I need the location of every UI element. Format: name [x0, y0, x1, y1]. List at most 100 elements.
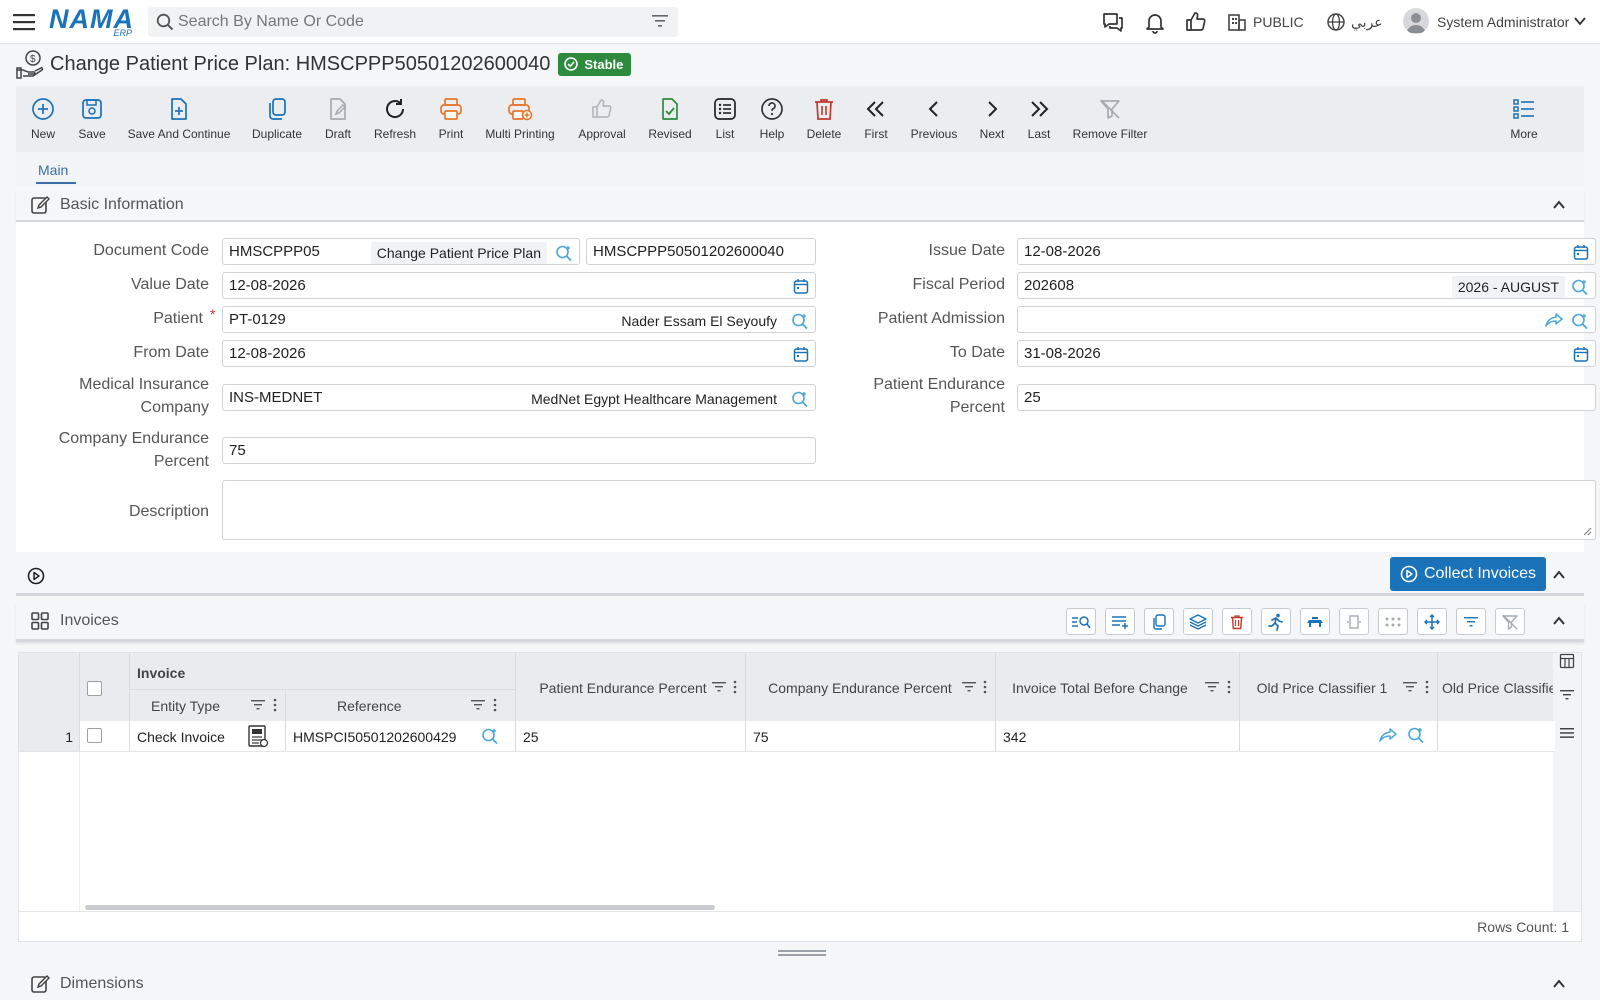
copy-icon[interactable]	[1144, 608, 1174, 635]
bell-icon[interactable]	[1143, 10, 1167, 34]
move-icon[interactable]	[1417, 608, 1447, 635]
column-menu-icon[interactable]	[493, 698, 497, 712]
column-divider	[1437, 721, 1438, 751]
fiscal-period-field[interactable]: 202608 2026 - AUGUST	[1017, 272, 1596, 299]
building-icon[interactable]	[1227, 12, 1247, 32]
document-code-field[interactable]: HMSCPPP05 Change Patient Price Plan	[222, 238, 580, 265]
chevron-up-icon[interactable]	[1552, 978, 1566, 990]
share-icon[interactable]	[1379, 727, 1397, 743]
add-row-icon[interactable]	[1105, 608, 1135, 635]
search-input[interactable]	[178, 13, 638, 31]
filter-icon[interactable]	[652, 14, 668, 28]
share-icon[interactable]	[1545, 312, 1563, 328]
thumbs-up-icon[interactable]	[1184, 10, 1208, 34]
play-circle-icon[interactable]	[27, 567, 45, 585]
save-and-continue-button[interactable]: Save And Continue	[128, 94, 230, 141]
column-header-old-price-classifier-1[interactable]: Old Price Classifier 1	[1239, 680, 1405, 696]
column-filter-icon[interactable]	[471, 699, 485, 711]
column-menu-icon[interactable]	[1227, 680, 1231, 694]
value-date-field[interactable]: 12-08-2026	[222, 272, 816, 299]
column-header-old-price-classifier-2[interactable]: Old Price Classifie	[1442, 680, 1555, 696]
column-header-company-endurance[interactable]: Company Endurance Percent	[745, 680, 975, 696]
invoices-header[interactable]: Invoices	[16, 602, 1584, 642]
lookup-icon[interactable]	[555, 244, 573, 262]
search-list-icon[interactable]	[1066, 608, 1096, 635]
issue-date-field[interactable]: 12-08-2026	[1017, 238, 1596, 265]
column-menu-icon[interactable]	[733, 680, 737, 694]
lookup-icon[interactable]	[1407, 726, 1425, 744]
chevron-down-icon[interactable]	[1573, 15, 1587, 27]
select-all-checkbox[interactable]	[87, 681, 102, 696]
filter-lines-icon[interactable]	[1456, 608, 1486, 635]
column-filter-icon[interactable]	[712, 681, 726, 693]
invoice-document-icon[interactable]	[247, 724, 269, 748]
logo[interactable]: NAMA ERP	[49, 6, 134, 39]
panel-resize-handle[interactable]	[778, 950, 826, 956]
calendar-icon[interactable]	[1573, 244, 1589, 260]
company-endurance-label-line2: Percent	[153, 453, 209, 470]
dimensions-header[interactable]: Dimensions	[16, 967, 1584, 1000]
value-date-value: 12-08-2026	[229, 277, 306, 294]
print-button[interactable]: Print	[411, 94, 491, 141]
patient-endurance-field[interactable]: 25	[1017, 384, 1596, 411]
fit-columns-icon[interactable]	[1339, 608, 1369, 635]
dots-grid-icon[interactable]	[1378, 608, 1408, 635]
column-header-reference[interactable]: Reference	[337, 698, 402, 714]
multi-printing-button[interactable]: Multi Printing	[480, 94, 560, 141]
chevron-up-icon[interactable]	[1552, 569, 1566, 581]
table-columns-icon[interactable]	[1300, 608, 1330, 635]
chevron-up-icon[interactable]	[1552, 199, 1566, 211]
filter-panel-icon[interactable]	[1560, 689, 1574, 701]
medical-insurance-field[interactable]: INS-MEDNET MedNet Egypt Healthcare Manag…	[222, 384, 816, 411]
run-icon[interactable]	[1261, 608, 1291, 635]
language-switch[interactable]: عربي	[1351, 14, 1383, 31]
tab-main[interactable]: Main	[38, 162, 68, 178]
columns-panel-icon[interactable]	[1559, 653, 1575, 669]
save-button[interactable]: Save	[52, 94, 132, 141]
collect-invoices-button[interactable]: Collect Invoices	[1390, 557, 1547, 591]
globe-icon[interactable]	[1326, 12, 1346, 32]
column-menu-icon[interactable]	[983, 680, 987, 694]
avatar[interactable]	[1403, 8, 1429, 34]
section-title: Dimensions	[60, 974, 144, 992]
column-menu-icon[interactable]	[1425, 680, 1429, 694]
branch-label[interactable]: PUBLIC	[1253, 14, 1304, 30]
last-button[interactable]: Last	[999, 94, 1079, 141]
column-header-patient-endurance[interactable]: Patient Endurance Percent	[515, 680, 731, 696]
column-header-total-before-change[interactable]: Invoice Total Before Change	[995, 680, 1205, 696]
lookup-icon[interactable]	[1571, 312, 1589, 330]
chevron-up-icon[interactable]	[1552, 615, 1566, 627]
description-textarea[interactable]	[222, 480, 1596, 540]
company-endurance-field[interactable]: 75	[222, 437, 816, 464]
more-button[interactable]: More	[1484, 94, 1564, 141]
trash-icon[interactable]	[1222, 608, 1252, 635]
patient-field[interactable]: PT-0129 Nader Essam El Seyoufy	[222, 306, 816, 333]
filter-off-icon[interactable]	[1495, 608, 1525, 635]
row-checkbox[interactable]	[87, 728, 102, 743]
to-date-field[interactable]: 31-08-2026	[1017, 340, 1596, 367]
table-row[interactable]: 1 Check Invoice HMSPCI50501202600429 25 …	[19, 721, 1555, 752]
lookup-icon[interactable]	[481, 727, 499, 745]
more-list-icon	[1512, 94, 1536, 124]
chat-icon[interactable]	[1101, 10, 1125, 34]
column-filter-icon[interactable]	[251, 699, 265, 711]
layers-icon[interactable]	[1183, 608, 1213, 635]
resize-grip-icon[interactable]	[1582, 526, 1592, 536]
patient-admission-field[interactable]	[1017, 306, 1596, 333]
column-header-entity-type[interactable]: Entity Type	[151, 698, 220, 714]
lookup-icon[interactable]	[1571, 278, 1589, 296]
calendar-icon[interactable]	[1573, 346, 1589, 362]
user-name[interactable]: System Administrator	[1437, 14, 1569, 30]
column-filter-icon[interactable]	[1205, 681, 1219, 693]
remove-filter-button[interactable]: Remove Filter	[1070, 94, 1150, 141]
column-filter-icon[interactable]	[1403, 681, 1417, 693]
column-filter-icon[interactable]	[962, 681, 976, 693]
menu-icon[interactable]	[12, 11, 36, 33]
from-date-field[interactable]: 12-08-2026	[222, 340, 816, 367]
menu-lines-icon[interactable]	[1560, 727, 1574, 739]
column-divider	[129, 721, 130, 751]
document-number-field[interactable]: HMSCPPP50501202600040	[586, 238, 816, 265]
column-menu-icon[interactable]	[273, 698, 277, 712]
horizontal-scrollbar[interactable]	[85, 905, 715, 910]
basic-information-header[interactable]: Basic Information	[16, 189, 1584, 223]
